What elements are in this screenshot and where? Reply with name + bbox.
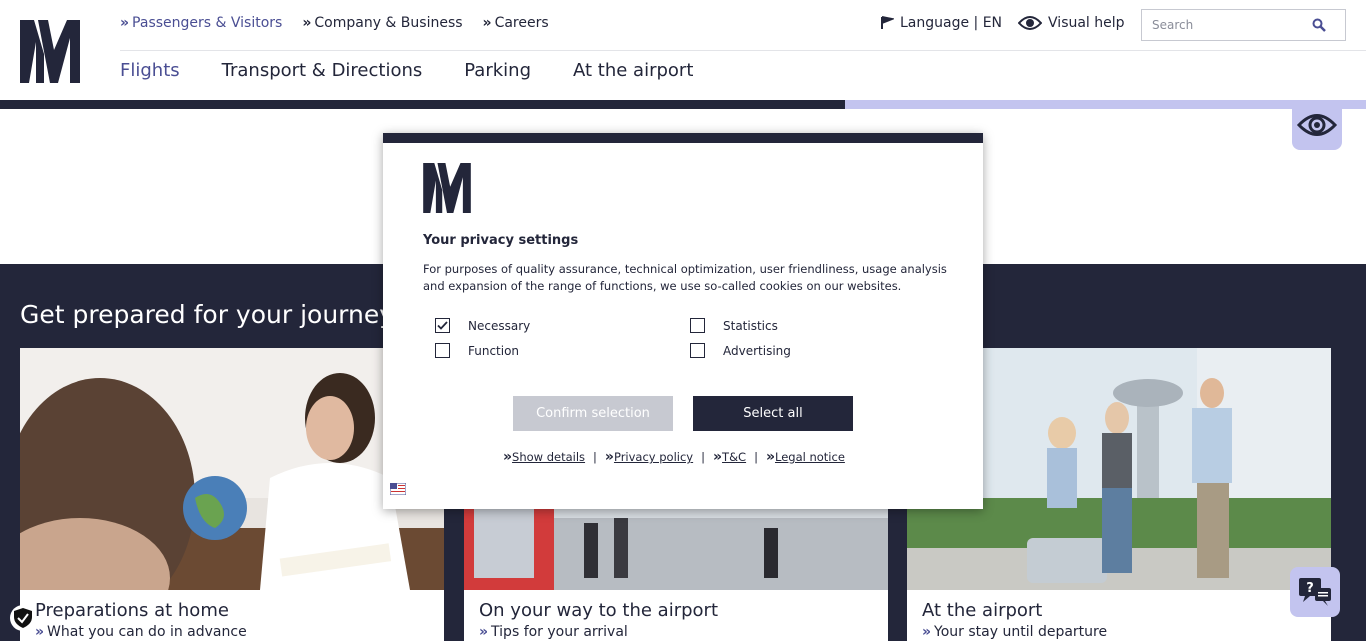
chevron-right-icon: » — [604, 449, 614, 465]
language-flag-icon[interactable] — [390, 483, 406, 495]
mainnav-flights[interactable]: Flights — [120, 60, 180, 81]
card-link[interactable]: » What you can do in advance — [35, 624, 247, 640]
privacy-settings-dialog: Your privacy settings For purposes of qu… — [383, 133, 983, 509]
topnav-label: Careers — [494, 15, 549, 31]
option-label: Advertising — [723, 343, 791, 358]
header-divider — [120, 50, 1366, 51]
option-advertising[interactable]: Advertising — [690, 343, 791, 358]
mainnav-parking[interactable]: Parking — [464, 60, 531, 81]
card-title: At the airport — [922, 600, 1043, 621]
topnav-label: Passengers & Visitors — [132, 15, 283, 31]
visual-help-link[interactable]: Visual help — [1018, 15, 1125, 31]
card-link[interactable]: » Tips for your arrival — [479, 624, 628, 640]
card-subtitle: What you can do in advance — [47, 624, 247, 640]
header-bar-light — [845, 100, 1366, 109]
privacy-policy-link[interactable]: » Privacy policy — [605, 449, 693, 465]
card-title: Preparations at home — [35, 600, 229, 621]
visual-help-button[interactable] — [1292, 100, 1342, 150]
option-necessary[interactable]: Necessary — [435, 318, 530, 333]
option-label: Statistics — [723, 318, 778, 333]
card-preparations[interactable]: Preparations at home » What you can do i… — [20, 348, 444, 641]
privacy-shield-button[interactable] — [10, 605, 36, 631]
card-link[interactable]: » Your stay until departure — [922, 624, 1107, 640]
munich-airport-logo — [423, 163, 471, 213]
eye-icon — [1018, 16, 1043, 30]
checkbox-advertising[interactable] — [690, 343, 705, 358]
confirm-selection-button[interactable]: Confirm selection — [513, 396, 673, 431]
card-title: On your way to the airport — [479, 600, 719, 621]
chevron-right-icon: » — [479, 624, 488, 640]
checkbox-function[interactable] — [435, 343, 450, 358]
header-bar-dark — [0, 100, 845, 109]
checkbox-statistics[interactable] — [690, 318, 705, 333]
option-label: Necessary — [468, 318, 531, 333]
eye-icon — [1297, 114, 1337, 136]
dialog-title: Your privacy settings — [423, 233, 579, 248]
section-title: Get prepared for your journey — [20, 300, 395, 329]
chevron-right-icon: » — [713, 449, 722, 465]
topnav-careers[interactable]: » Careers — [483, 15, 549, 31]
main-navigation: Flights Transport & Directions Parking A… — [120, 60, 693, 81]
chevron-right-icon: » — [922, 624, 931, 640]
show-details-link[interactable]: » Show details — [503, 449, 585, 465]
checkbox-necessary[interactable] — [435, 318, 450, 333]
chevron-right-icon: » — [120, 15, 129, 31]
topnav-company-business[interactable]: » Company & Business — [302, 15, 462, 31]
chevron-right-icon: » — [765, 449, 775, 465]
link-separator: | — [754, 450, 758, 464]
link-separator: | — [593, 450, 597, 464]
svg-text:?: ? — [1306, 581, 1314, 596]
chevron-right-icon: » — [503, 449, 512, 465]
munich-airport-logo[interactable] — [20, 20, 80, 83]
flag-icon — [881, 16, 894, 29]
dialog-description: For purposes of quality assurance, techn… — [423, 262, 947, 293]
card-subtitle: Your stay until departure — [934, 624, 1108, 640]
chat-help-button[interactable]: ? — [1290, 567, 1340, 617]
card-image — [20, 348, 444, 590]
search-box — [1141, 9, 1346, 41]
top-navigation: » Passengers & Visitors » Company & Busi… — [120, 15, 549, 31]
language-label: Language | EN — [900, 15, 1003, 31]
card-subtitle: Tips for your arrival — [491, 624, 628, 640]
mainnav-at-the-airport[interactable]: At the airport — [573, 60, 693, 81]
visual-help-label: Visual help — [1048, 15, 1125, 31]
checkmark-icon — [437, 321, 448, 330]
link-separator: | — [701, 450, 705, 464]
dialog-top-bar — [383, 133, 983, 143]
search-icon[interactable] — [1312, 18, 1326, 32]
chevron-right-icon: » — [302, 15, 311, 31]
select-all-button[interactable]: Select all — [693, 396, 853, 431]
search-input[interactable] — [1152, 18, 1312, 32]
option-statistics[interactable]: Statistics — [690, 318, 778, 333]
chevron-right-icon: » — [482, 15, 492, 31]
mainnav-transport-directions[interactable]: Transport & Directions — [222, 60, 423, 81]
terms-link[interactable]: » T&C — [713, 449, 746, 465]
legal-notice-link[interactable]: » Legal notice — [766, 449, 845, 465]
topnav-label: Company & Business — [314, 15, 463, 31]
topnav-passengers-visitors[interactable]: » Passengers & Visitors — [120, 15, 282, 31]
chevron-right-icon: » — [35, 624, 44, 640]
option-function[interactable]: Function — [435, 343, 519, 358]
dialog-links: » Show details | » Privacy policy | » T&C |… — [503, 449, 845, 465]
option-label: Function — [468, 343, 520, 358]
language-selector[interactable]: Language | EN — [880, 15, 1002, 31]
utility-navigation: Language | EN Visual help — [880, 15, 1125, 31]
chat-question-icon: ? — [1299, 578, 1331, 606]
shield-check-icon — [14, 608, 32, 628]
